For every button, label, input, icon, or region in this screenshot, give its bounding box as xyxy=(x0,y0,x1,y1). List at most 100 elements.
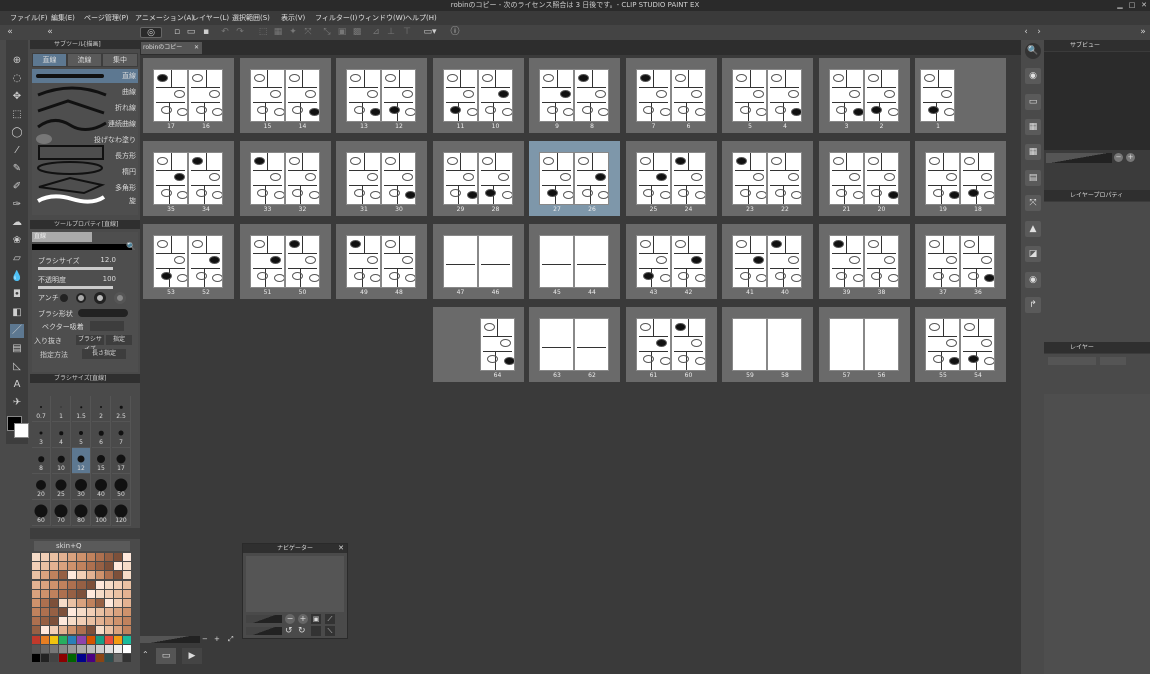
palette-swatch[interactable] xyxy=(113,589,122,598)
palette-swatch[interactable] xyxy=(59,598,68,607)
collapse-right-icon[interactable]: ‹ xyxy=(1021,27,1031,38)
palette-swatch[interactable] xyxy=(77,571,86,580)
rotate-right-icon[interactable]: ↻ xyxy=(298,626,306,636)
panel-collapse-icon[interactable]: ⌃ xyxy=(142,650,149,659)
palette-swatch[interactable] xyxy=(68,626,77,635)
palette-swatch[interactable] xyxy=(77,562,86,571)
snap-grid-icon[interactable]: ⊤ xyxy=(402,27,412,38)
palette-swatch[interactable] xyxy=(32,598,41,607)
brush-size-cell-70[interactable]: 70 xyxy=(52,500,71,526)
page-thumbnail[interactable] xyxy=(732,235,767,288)
palette-swatch[interactable] xyxy=(59,653,68,662)
brush-tool-icon[interactable]: ✑ xyxy=(10,198,24,212)
palette-swatch[interactable] xyxy=(95,608,104,617)
palette-swatch[interactable] xyxy=(95,571,104,580)
page-thumbnail[interactable] xyxy=(249,69,285,122)
page-thumbnail[interactable] xyxy=(767,318,802,371)
balloon-tool-icon[interactable]: ✈ xyxy=(10,396,24,410)
brush-size-cell-20[interactable]: 20 xyxy=(32,474,51,500)
palette-swatch[interactable] xyxy=(68,635,77,644)
rotate-tool-icon[interactable]: ◌ xyxy=(10,72,24,86)
palette-swatch[interactable] xyxy=(95,626,104,635)
subtool-tab-focus[interactable]: 集中 xyxy=(103,54,137,66)
palette-swatch[interactable] xyxy=(50,571,59,580)
palette-swatch[interactable] xyxy=(59,617,68,626)
palette-swatch[interactable] xyxy=(32,626,41,635)
palette-swatch[interactable] xyxy=(59,589,68,598)
palette-swatch[interactable] xyxy=(32,580,41,589)
palette-swatch[interactable] xyxy=(86,562,95,571)
palette-swatch[interactable] xyxy=(50,553,59,562)
palette-swatch[interactable] xyxy=(50,580,59,589)
palette-swatch[interactable] xyxy=(77,598,86,607)
collapse-panel-icon[interactable]: « xyxy=(44,27,56,38)
palette-swatch[interactable] xyxy=(77,589,86,598)
page-thumbnail[interactable] xyxy=(670,235,706,288)
thumb-fit-icon[interactable]: ⤢ xyxy=(228,636,236,643)
palette-swatch[interactable] xyxy=(68,598,77,607)
palette-swatch[interactable] xyxy=(113,562,122,571)
page-spread-9-8[interactable]: 98 xyxy=(529,58,620,133)
palette-swatch[interactable] xyxy=(68,571,77,580)
palette-swatch[interactable] xyxy=(77,608,86,617)
palette-swatch[interactable] xyxy=(95,635,104,644)
page-spread-47-46[interactable]: 47 46 xyxy=(432,224,524,299)
page-thumbnail[interactable] xyxy=(539,152,574,205)
magnifier-icon[interactable]: 🔍 xyxy=(126,242,136,252)
deselect-icon[interactable]: ⬚ xyxy=(258,27,268,38)
page-spread-3-2[interactable]: 32 xyxy=(818,58,910,133)
palette-swatch[interactable] xyxy=(59,635,68,644)
subtool-item-straight[interactable]: 直線 xyxy=(76,69,136,83)
page-thumbnail[interactable] xyxy=(477,235,513,288)
tab-close-icon[interactable]: ✕ xyxy=(194,42,199,54)
clear-icon[interactable]: ⤡ xyxy=(322,27,332,38)
brush-size-cell-12[interactable]: 12 xyxy=(72,448,91,474)
fill-layer-icon[interactable]: ◪ xyxy=(1025,246,1041,262)
palette-swatch[interactable] xyxy=(68,580,77,589)
page-thumbnail[interactable] xyxy=(767,235,802,288)
palette-swatch[interactable] xyxy=(95,553,104,562)
page-spread-5-4[interactable]: 54 xyxy=(722,58,813,133)
palette-swatch[interactable] xyxy=(104,562,113,571)
brush-size-slider[interactable] xyxy=(38,267,113,270)
page-thumbnail[interactable] xyxy=(346,152,381,205)
brush-size-cell-3[interactable]: 3 xyxy=(32,422,51,448)
page-thumbnail[interactable] xyxy=(960,318,995,371)
ruler-tool-icon[interactable]: ◺ xyxy=(10,360,24,374)
brush-size-cell-0.7[interactable]: 0.7 xyxy=(32,396,51,422)
brush-size-cell-80[interactable]: 80 xyxy=(72,500,91,526)
zoom-tool-icon[interactable]: ⊕ xyxy=(10,54,24,68)
palette-swatch[interactable] xyxy=(77,553,86,562)
extra-value-select[interactable]: 長さ指定 xyxy=(82,349,126,359)
page-thumbnail[interactable] xyxy=(153,235,188,288)
transform-icon[interactable]: ✦ xyxy=(288,27,298,38)
page-thumbnail[interactable] xyxy=(188,235,223,288)
page-spread-53-52[interactable]: 53 52 xyxy=(143,224,234,299)
palette-swatch[interactable] xyxy=(86,644,95,653)
redo-icon[interactable]: ↷ xyxy=(235,27,245,38)
save-icon[interactable]: ▪ xyxy=(201,27,211,38)
export-icon[interactable]: ↱ xyxy=(1025,297,1041,313)
color-palette[interactable] xyxy=(32,553,132,663)
brush-size-value[interactable]: 12.0 xyxy=(86,256,116,264)
expand-right-icon[interactable]: › xyxy=(1034,27,1044,38)
page-thumbnail[interactable] xyxy=(284,235,320,288)
palette-swatch[interactable] xyxy=(32,589,41,598)
palette-swatch[interactable] xyxy=(95,653,104,662)
palette-swatch[interactable] xyxy=(122,653,131,662)
blend-mode-select[interactable] xyxy=(1048,357,1096,365)
lasso-tool-icon[interactable]: ◯ xyxy=(10,126,24,140)
collapse-far-right-icon[interactable]: » xyxy=(1138,27,1148,38)
brush-size-cell-1.5[interactable]: 1.5 xyxy=(72,396,91,422)
page-thumbnail[interactable] xyxy=(539,69,574,122)
page-spread-41-40[interactable]: 41 40 xyxy=(722,224,813,299)
page-spread-64[interactable]: 64 xyxy=(432,307,524,382)
palette-swatch[interactable] xyxy=(59,562,68,571)
page-thumbnail[interactable] xyxy=(925,235,960,288)
palette-swatch[interactable] xyxy=(41,562,50,571)
brush-size-cell-4[interactable]: 4 xyxy=(52,422,71,448)
palette-swatch[interactable] xyxy=(50,653,59,662)
palette-swatch[interactable] xyxy=(50,608,59,617)
page-spread-27-26[interactable]: 27 26 xyxy=(529,141,620,216)
sub-color-swatch[interactable] xyxy=(14,423,29,438)
